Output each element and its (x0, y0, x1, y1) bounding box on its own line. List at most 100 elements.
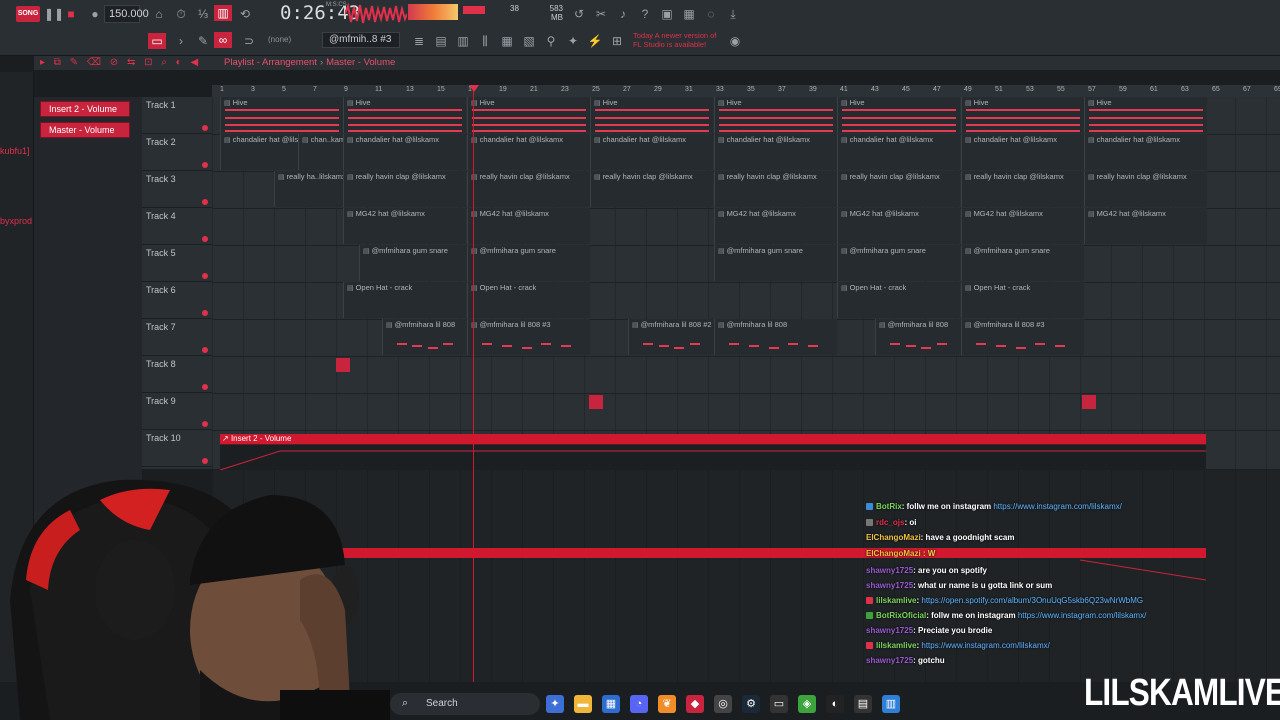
link-icon[interactable]: ∞ (214, 32, 232, 48)
audio-clip-marker[interactable] (336, 358, 350, 372)
steam-icon[interactable]: ⚙ (742, 695, 760, 713)
audio-clip-marker[interactable] (1082, 395, 1096, 409)
file-explorer-icon[interactable]: ▬ (574, 695, 592, 713)
chat-link[interactable]: https://open.spotify.com/album/3OnuUqG5s… (921, 596, 1143, 605)
notepad-icon[interactable]: ▥ (882, 695, 900, 713)
chat-user[interactable]: shawny1725 (866, 656, 913, 665)
tempo-field[interactable]: 150.000 (104, 5, 149, 23)
pattern-clip[interactable]: Open Hat - crack (343, 282, 466, 318)
pattern-clip[interactable]: @mfmihara lil 808 (714, 319, 837, 355)
playhead-marker[interactable] (469, 85, 479, 92)
track-enable-dot[interactable] (202, 310, 208, 316)
pattern-clip[interactable]: @mfmihara gum snare (961, 245, 1084, 281)
track-header[interactable]: Track 2 (142, 134, 212, 171)
track-enable-dot[interactable] (202, 273, 208, 279)
pattern-clip[interactable]: MG42 hat @lilskamx (467, 208, 590, 244)
chat-user[interactable]: shawny1725 (866, 566, 913, 575)
pattern-clip[interactable]: Hive (220, 97, 343, 133)
chat-user[interactable]: shawny1725 (866, 581, 913, 590)
track-enable-dot[interactable] (202, 384, 208, 390)
track-enable-dot[interactable] (202, 421, 208, 427)
track-header[interactable]: Track 9 (142, 393, 212, 430)
pattern-clip[interactable]: @mfmihara lil 808 (382, 319, 467, 355)
store-icon[interactable]: ▦ (602, 695, 620, 713)
app-icon[interactable]: ▭ (770, 695, 788, 713)
snap-magnet-icon[interactable]: ▭ (148, 33, 166, 49)
discord-icon[interactable]: ◔ (630, 695, 648, 713)
pattern-clip[interactable]: Open Hat - crack (961, 282, 1084, 318)
chat-icon[interactable]: ◌ (702, 6, 720, 22)
pattern-clip[interactable]: Hive (1084, 97, 1207, 133)
snap-selector[interactable]: (none) (268, 35, 291, 44)
wand-icon[interactable]: ⚡ (586, 33, 604, 49)
copilot-icon[interactable]: ✦ (546, 695, 564, 713)
brush-icon[interactable]: ✎ (194, 33, 212, 49)
pause-icon[interactable]: ❚❚ (44, 6, 64, 22)
timeline-ruler[interactable]: 1 3 5 7 9 11 13 15 17 19 21 23 25 27 29 31 33 35 37 39 41 43 4… (212, 85, 1280, 97)
pattern-clip[interactable]: chandalier hat @lils (220, 134, 298, 170)
browser-item[interactable]: byxprod (0, 216, 32, 226)
pin-icon[interactable]: ⚲ (542, 33, 560, 49)
pattern-clip[interactable]: Hive (590, 97, 713, 133)
pattern-clip[interactable]: MG42 hat @lilskamx (343, 208, 466, 244)
track-enable-dot[interactable] (202, 347, 208, 353)
automation-clip-master[interactable]: Master - Volume (40, 122, 130, 138)
track-header[interactable]: Track 5 (142, 245, 212, 282)
loop-record-icon[interactable]: ⟲ (236, 6, 254, 22)
chat-user[interactable]: shawny1725 (866, 626, 913, 635)
chat-link[interactable]: https://www.instagram.com/lilskamx/ (993, 502, 1121, 511)
pattern-clip[interactable]: Hive (343, 97, 466, 133)
chat-user[interactable]: BotRix (876, 502, 902, 511)
metronome-icon[interactable]: ⌂ (150, 6, 168, 22)
track-header[interactable]: Track 3 (142, 171, 212, 208)
pattern-clip[interactable]: Hive (467, 97, 590, 133)
step-edit-icon[interactable]: ▥ (214, 5, 232, 21)
automation-clip-body[interactable] (219, 444, 1206, 471)
tools-icon[interactable]: ✦ (564, 33, 582, 49)
breadcrumb-playlist[interactable]: Playlist - Arrangement (224, 57, 317, 68)
automation-clip-insert2[interactable]: Insert 2 - Volume (40, 101, 130, 117)
pattern-clip[interactable]: chandalier hat @lilskamx (590, 134, 713, 170)
pattern-clip[interactable]: Hive (714, 97, 837, 133)
audio-clip-marker[interactable] (589, 395, 603, 409)
cut-icon[interactable]: ✂ (592, 6, 610, 22)
mic-icon[interactable]: ♪ (614, 6, 632, 22)
plugin-icon[interactable]: ▧ (520, 33, 538, 49)
chat-user[interactable]: rdc_ojs (876, 518, 904, 527)
countdown-icon[interactable]: ⅓ (194, 6, 212, 22)
chat-user[interactable]: ElChangoMazi (866, 549, 921, 558)
fl-studio-icon[interactable]: ❦ (658, 695, 676, 713)
pattern-clip[interactable]: really havin clap @lilskamx (343, 171, 466, 207)
track-header[interactable]: Track 6 (142, 282, 212, 319)
download-icon[interactable]: ⤓ (724, 6, 742, 22)
brave-icon[interactable]: ◆ (686, 695, 704, 713)
touch-icon[interactable]: ⊞ (608, 33, 626, 49)
pattern-clip[interactable]: really havin clap @lilskamx (1084, 171, 1207, 207)
video-icon[interactable]: ◐ (826, 695, 844, 713)
pattern-clip[interactable]: chandalier hat @lilskamx (467, 134, 590, 170)
pattern-clip[interactable]: Open Hat - crack (467, 282, 590, 318)
game-icon[interactable]: ◈ (798, 695, 816, 713)
help-icon[interactable]: ? (636, 6, 654, 22)
playlist-icon[interactable]: ≣ (410, 33, 428, 49)
pattern-clip[interactable]: chan..kamx (298, 134, 343, 170)
pattern-clip[interactable]: chandalier hat @lilskamx (1084, 134, 1207, 170)
pattern-clip[interactable]: really havin clap @lilskamx (714, 171, 837, 207)
pattern-clip[interactable]: @mfmihara gum snare (467, 245, 590, 281)
pattern-selector[interactable]: @mfmih..8 #3 (322, 32, 400, 48)
obs-icon[interactable]: ◎ (714, 695, 732, 713)
automation-clip-header[interactable] (220, 434, 1206, 444)
pattern-clip[interactable]: Open Hat - crack (837, 282, 960, 318)
chat-user[interactable]: lilskamlive (876, 596, 916, 605)
track-header[interactable]: Track 4 (142, 208, 212, 245)
breadcrumb-target[interactable]: Master - Volume (326, 57, 395, 68)
pattern-clip[interactable]: Hive (837, 97, 960, 133)
chat-user[interactable]: ElChangoMazi (866, 533, 921, 542)
pattern-clip[interactable]: chandalier hat @lilskamx (714, 134, 837, 170)
track-enable-dot[interactable] (202, 236, 208, 242)
pattern-clip[interactable]: really havin clap @lilskamx (961, 171, 1084, 207)
undo-icon[interactable]: ↺ (570, 6, 588, 22)
channel-rack-icon[interactable]: ▤ (432, 33, 450, 49)
track-enable-dot[interactable] (202, 199, 208, 205)
playlist-grid[interactable]: Hive Hive Hive Hive Hive Hive Hive Hive chandali… (212, 97, 1280, 469)
